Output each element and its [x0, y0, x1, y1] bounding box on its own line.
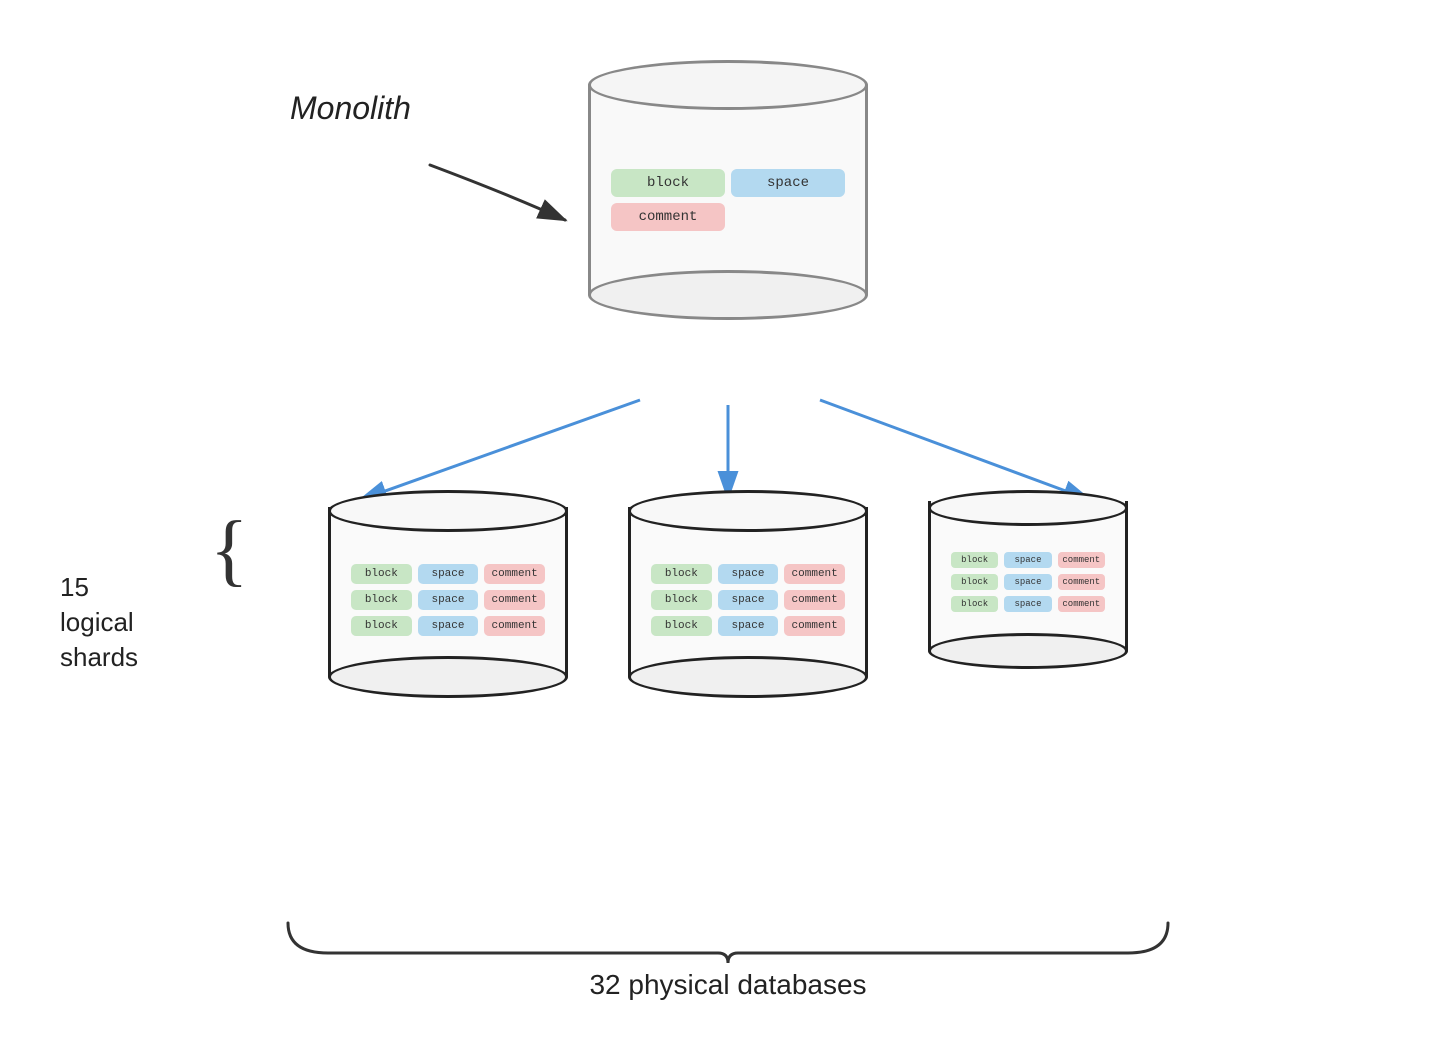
- s1-block-2: block: [351, 590, 412, 610]
- shard1-grid: block space comment block space comment …: [341, 559, 555, 641]
- shard2-body: block space comment block space comment …: [628, 507, 868, 677]
- shard-db-1: block space comment block space comment …: [328, 490, 568, 698]
- s2-block-3: block: [651, 616, 712, 636]
- s2-block-1: block: [651, 564, 712, 584]
- s2-comment-2: comment: [784, 590, 845, 610]
- s3-comment-2: comment: [1058, 574, 1105, 590]
- s3-block-3: block: [951, 596, 998, 612]
- s3-block-1: block: [951, 552, 998, 568]
- s2-space-2: space: [718, 590, 779, 610]
- shard2-grid: block space comment block space comment …: [641, 559, 855, 641]
- physical-databases-label: 32 physical databases: [589, 969, 866, 1001]
- monolith-top: [588, 60, 868, 110]
- tag-block-mono: block: [611, 169, 725, 197]
- s3-space-2: space: [1004, 574, 1051, 590]
- monolith-bottom: [588, 270, 868, 320]
- horizontal-brace-svg: [278, 913, 1178, 963]
- s1-comment-3: comment: [484, 616, 545, 636]
- monolith-tag-grid: block space comment: [601, 164, 855, 236]
- s1-block-1: block: [351, 564, 412, 584]
- shard1-bottom: [328, 656, 568, 698]
- s3-space-1: space: [1004, 552, 1051, 568]
- s3-space-3: space: [1004, 596, 1051, 612]
- s1-comment-1: comment: [484, 564, 545, 584]
- logical-shards-label: 15logicalshards: [60, 570, 138, 675]
- shard3-grid: block space comment block space comment …: [941, 547, 1115, 617]
- s2-block-2: block: [651, 590, 712, 610]
- s1-space-1: space: [418, 564, 479, 584]
- s2-comment-1: comment: [784, 564, 845, 584]
- shard2-bottom: [628, 656, 868, 698]
- shard1-body: block space comment block space comment …: [328, 507, 568, 677]
- shard1-top: [328, 490, 568, 532]
- monolith-db: block space comment: [588, 60, 868, 320]
- diagram-container: Monolith block space comment 15logicalsh…: [0, 0, 1456, 1056]
- tag-comment-mono: comment: [611, 203, 725, 231]
- shard-db-2: block space comment block space comment …: [628, 490, 868, 698]
- s2-space-1: space: [718, 564, 779, 584]
- s1-space-3: space: [418, 616, 479, 636]
- brace-container: [278, 913, 1178, 968]
- shard3-top: [928, 490, 1128, 526]
- tag-space-mono: space: [731, 169, 845, 197]
- logical-brace: {: [210, 510, 248, 590]
- monolith-label: Monolith: [290, 90, 411, 127]
- shard-db-3: block space comment block space comment …: [928, 490, 1128, 669]
- s3-block-2: block: [951, 574, 998, 590]
- shards-row: block space comment block space comment …: [328, 490, 1128, 698]
- s2-space-3: space: [718, 616, 779, 636]
- s3-comment-1: comment: [1058, 552, 1105, 568]
- s3-comment-3: comment: [1058, 596, 1105, 612]
- s1-space-2: space: [418, 590, 479, 610]
- monolith-body: block space comment: [588, 85, 868, 295]
- s1-block-3: block: [351, 616, 412, 636]
- s1-comment-2: comment: [484, 590, 545, 610]
- s2-comment-3: comment: [784, 616, 845, 636]
- monolith-cylinder: block space comment: [588, 60, 868, 320]
- shard3-bottom: [928, 633, 1128, 669]
- shard2-top: [628, 490, 868, 532]
